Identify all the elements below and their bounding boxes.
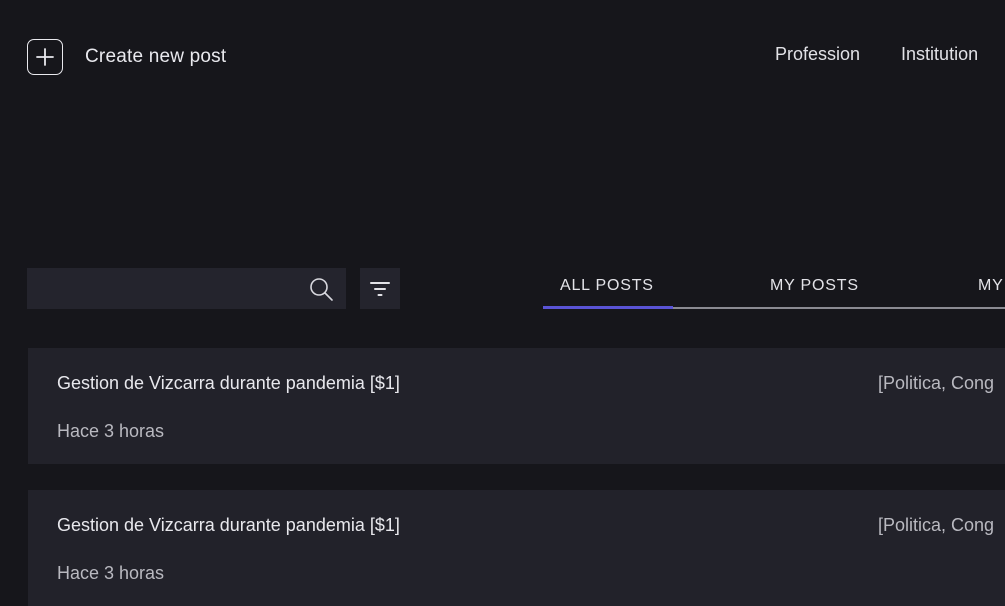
nav-item-institution[interactable]: Institution — [901, 44, 978, 65]
search-input[interactable] — [27, 268, 315, 309]
create-new-post-label: Create new post — [85, 46, 227, 67]
active-tab-indicator — [543, 306, 673, 309]
tab-all-posts[interactable]: ALL POSTS — [560, 277, 654, 295]
nav-item-profession[interactable]: Profession — [775, 44, 860, 65]
create-new-post-button[interactable]: Create new post — [27, 38, 226, 76]
filter-icon — [370, 281, 390, 296]
filter-button[interactable] — [360, 268, 400, 309]
post-tags: [Politica, Cong — [878, 373, 995, 393]
top-nav: Profession Institution — [775, 44, 978, 65]
search-box — [27, 268, 346, 309]
post-tabs: ALL POSTS MY POSTS MY — [543, 268, 1005, 309]
post-time: Hace 3 horas — [57, 421, 165, 441]
post-title: Gestion de Vizcarra durante pandemia [$1… — [57, 373, 400, 393]
post-tags: [Politica, Cong — [878, 515, 995, 535]
post-time: Hace 3 horas — [57, 563, 165, 583]
tab-my[interactable]: MY — [978, 277, 1004, 295]
post-card[interactable]: Gestion de Vizcarra durante pandemia [$1… — [28, 348, 1005, 464]
post-title: Gestion de Vizcarra durante pandemia [$1… — [57, 515, 400, 535]
tab-my-posts[interactable]: MY POSTS — [770, 277, 859, 295]
plus-icon — [27, 39, 63, 75]
search-icon[interactable] — [308, 276, 334, 302]
post-card[interactable]: Gestion de Vizcarra durante pandemia [$1… — [28, 490, 1005, 606]
